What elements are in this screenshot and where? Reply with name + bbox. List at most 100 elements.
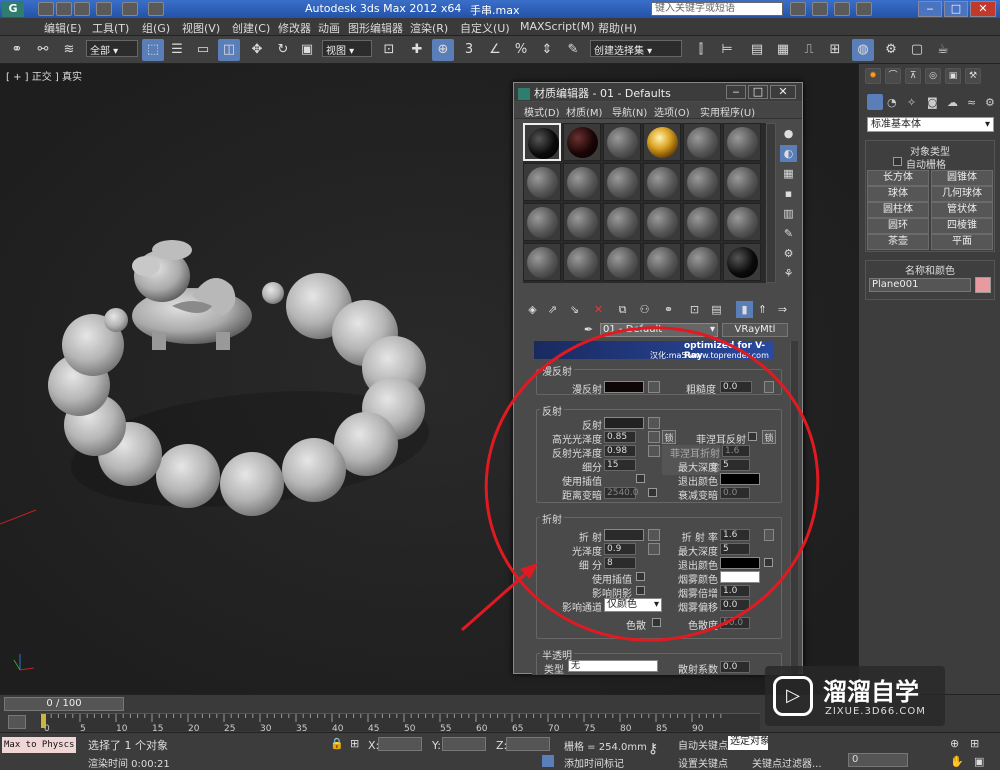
- named-selection-dropdown[interactable]: 创建选择集 ▾: [590, 40, 682, 57]
- material-name-field[interactable]: 01 - Default ▾: [600, 323, 718, 337]
- ior-spinner[interactable]: 1.6: [720, 529, 750, 541]
- keyboard-shortcut-icon[interactable]: ⊕: [432, 39, 454, 61]
- shapes-icon[interactable]: ◔: [887, 96, 897, 109]
- menu-customize[interactable]: 自定义(U): [460, 20, 510, 36]
- refract-color-swatch[interactable]: [604, 529, 644, 541]
- curve-editor-icon[interactable]: ⎍: [798, 39, 820, 61]
- menu-tools[interactable]: 工具(T): [92, 20, 129, 36]
- fresnel-ior-spinner[interactable]: 1.6: [722, 445, 750, 457]
- sample-slot[interactable]: [603, 163, 641, 201]
- eyedropper-icon[interactable]: ✒: [580, 321, 597, 338]
- affect-shadows-checkbox[interactable]: [636, 586, 645, 595]
- hilight-gloss-map-button[interactable]: [648, 431, 660, 443]
- refr-gloss-map-button[interactable]: [648, 543, 660, 555]
- favorites-icon[interactable]: [834, 2, 850, 16]
- cone-button[interactable]: 圆锥体: [931, 170, 993, 186]
- refr-max-depth-spinner[interactable]: 5: [720, 543, 750, 555]
- object-type-header[interactable]: 对象类型: [867, 143, 993, 158]
- sample-slot[interactable]: [603, 203, 641, 241]
- name-color-header[interactable]: 名称和颜色: [867, 262, 993, 277]
- cylinder-button[interactable]: 圆柱体: [867, 202, 929, 218]
- box-button[interactable]: 长方体: [867, 170, 929, 186]
- hilight-lock-button[interactable]: 锁: [662, 430, 676, 444]
- mat-menu-mode[interactable]: 模式(D): [524, 104, 560, 119]
- mini-curve-editor-icon[interactable]: [8, 715, 26, 729]
- maximize-button[interactable]: □: [944, 1, 968, 17]
- mat-maximize-button[interactable]: □: [748, 85, 768, 99]
- menu-animation[interactable]: 动画: [318, 20, 340, 36]
- systems-icon[interactable]: ⚙: [985, 96, 995, 109]
- modify-tab-icon[interactable]: ⌒: [885, 68, 901, 84]
- fog-color-swatch[interactable]: [720, 571, 760, 583]
- undo-icon[interactable]: [96, 2, 112, 16]
- time-cursor[interactable]: [41, 714, 46, 728]
- selection-filter-dropdown[interactable]: 全部 ▾: [86, 40, 138, 57]
- background-icon[interactable]: ▦: [780, 165, 797, 182]
- effects-channel-icon[interactable]: ⊡: [686, 301, 703, 318]
- scatter-coeff-spinner[interactable]: 0.0: [720, 661, 750, 673]
- mat-menu-material[interactable]: 材质(M): [566, 104, 602, 119]
- mat-menu-utilities[interactable]: 实用程序(U): [700, 104, 755, 119]
- put-library-icon[interactable]: ⚭: [660, 301, 677, 318]
- redo-icon[interactable]: [122, 2, 138, 16]
- rect-selection-icon[interactable]: ▭: [192, 39, 214, 61]
- reflect-map-button[interactable]: [648, 417, 660, 429]
- minimize-button[interactable]: ‒: [918, 1, 942, 17]
- helpers-icon[interactable]: ☁: [947, 96, 958, 109]
- motion-tab-icon[interactable]: ◎: [925, 68, 941, 84]
- maxscript-listener[interactable]: Max to Physcs (: [2, 737, 76, 753]
- sample-slot[interactable]: [603, 243, 641, 281]
- help-icon[interactable]: [856, 2, 872, 16]
- ior-map-button[interactable]: [764, 529, 774, 541]
- put-to-scene-icon[interactable]: ⇗: [544, 301, 561, 318]
- angle-snap-icon[interactable]: ∠: [484, 39, 506, 61]
- sample-slot[interactable]: [643, 203, 681, 241]
- align-icon[interactable]: ⊨: [716, 39, 738, 61]
- object-name-field[interactable]: Plane001: [869, 278, 971, 292]
- search-field[interactable]: 键入关键字或短语: [651, 2, 783, 16]
- bind-spacewarp-icon[interactable]: ≋: [58, 39, 80, 61]
- app-logo-icon[interactable]: G: [2, 1, 24, 17]
- project-folder-icon[interactable]: [148, 2, 164, 16]
- geosphere-button[interactable]: 几何球体: [931, 186, 993, 202]
- spinner-snap-icon[interactable]: ⇕: [536, 39, 558, 61]
- sample-slot[interactable]: [683, 203, 721, 241]
- track-bar[interactable]: 0 5 10 15 20 25 30 35 40 45 50 55 60 65 70 75 80 85 90: [40, 713, 760, 734]
- pan-icon[interactable]: ✋: [950, 755, 964, 768]
- dispersion-checkbox[interactable]: [652, 618, 661, 627]
- current-frame-field[interactable]: 0: [848, 753, 908, 767]
- roughness-map-button[interactable]: [764, 381, 774, 393]
- pivot-center-icon[interactable]: ⊡: [378, 39, 400, 61]
- sample-slot[interactable]: [643, 243, 681, 281]
- menu-group[interactable]: 组(G): [142, 20, 170, 36]
- mat-menu-navigation[interactable]: 导航(N): [612, 104, 647, 119]
- sample-slot[interactable]: [603, 123, 641, 161]
- sphere-button[interactable]: 球体: [867, 186, 929, 202]
- dim-falloff-spinner[interactable]: 0.0: [720, 487, 750, 499]
- refr-exit-color-swatch[interactable]: [720, 557, 760, 569]
- refr-interp-checkbox[interactable]: [636, 572, 645, 581]
- sample-slot[interactable]: [643, 123, 681, 161]
- zoom-icon[interactable]: ⊕: [950, 737, 959, 750]
- material-editor-titlebar[interactable]: 材质编辑器 - 01 - Defaults ‒ □ ✕: [514, 83, 802, 101]
- fresnel-checkbox[interactable]: [748, 432, 757, 441]
- scale-icon[interactable]: ▣: [296, 39, 318, 61]
- teapot-button[interactable]: 茶壶: [867, 234, 929, 250]
- refr-gloss-spinner[interactable]: 0.9: [604, 543, 636, 555]
- mat-close-button[interactable]: ✕: [770, 85, 796, 99]
- zoom-extents-icon[interactable]: ⊞: [970, 737, 979, 750]
- sample-slot[interactable]: [683, 123, 721, 161]
- sample-slot[interactable]: [563, 243, 601, 281]
- menu-rendering[interactable]: 渲染(R): [410, 20, 448, 36]
- key-icon[interactable]: ⚷: [648, 741, 658, 757]
- display-tab-icon[interactable]: ▣: [945, 68, 961, 84]
- graphite-tools-icon[interactable]: ▦: [772, 39, 794, 61]
- create-tab-icon[interactable]: ✸: [865, 68, 881, 84]
- plane-button[interactable]: 平面: [931, 234, 993, 250]
- x-coord-field[interactable]: [378, 737, 422, 751]
- sample-slot[interactable]: [683, 243, 721, 281]
- get-material-icon[interactable]: ◈: [524, 301, 541, 318]
- params-scrollbar[interactable]: [790, 341, 798, 675]
- schematic-view-icon[interactable]: ⊞: [824, 39, 846, 61]
- utilities-tab-icon[interactable]: ⚒: [965, 68, 981, 84]
